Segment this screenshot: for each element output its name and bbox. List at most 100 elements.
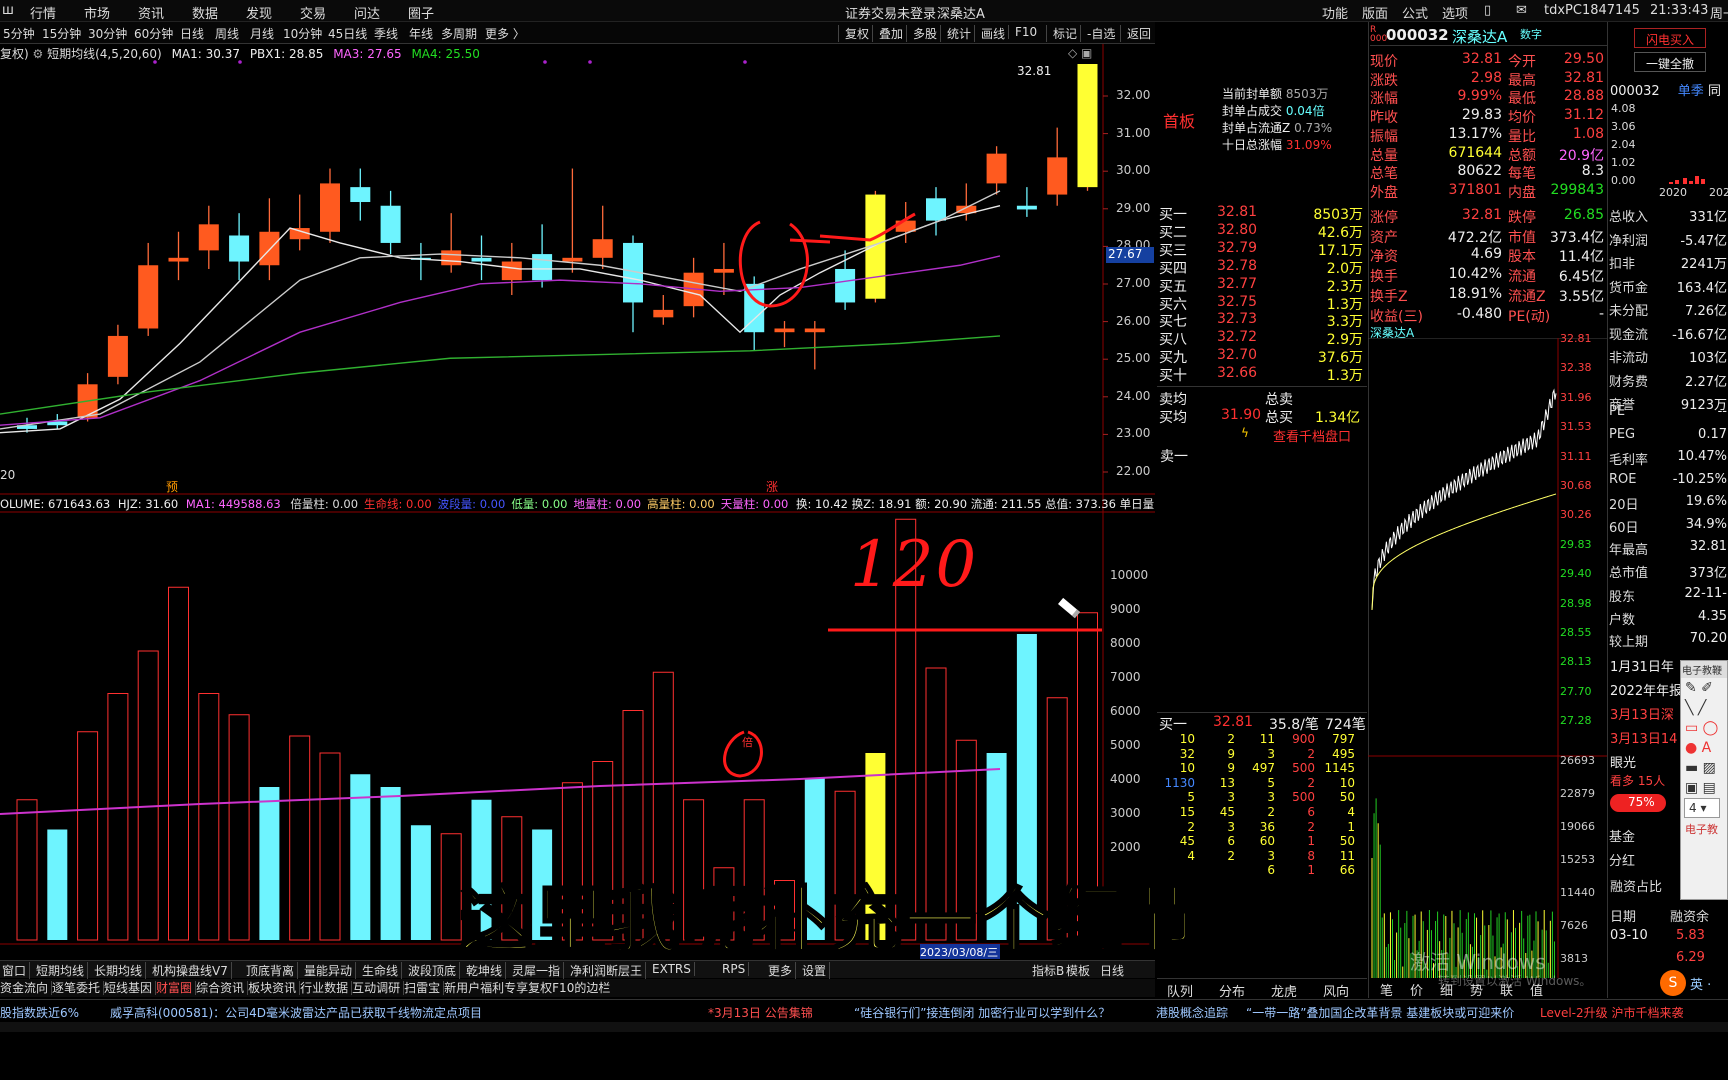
indicator-tab[interactable]: 顶底背离: [246, 962, 299, 979]
menu-item[interactable]: 版面: [1362, 3, 1388, 22]
tool-button[interactable]: F10: [1008, 25, 1037, 39]
bid-row[interactable]: 买一 32.81 8503万: [1157, 204, 1367, 223]
news-item[interactable]: “一带一路”叠加国企改革背景 基建板块或可迎来价: [1246, 1004, 1514, 1021]
period-tab[interactable]: 45日线: [328, 25, 367, 42]
period-tab[interactable]: 10分钟: [283, 25, 322, 42]
menu-item[interactable]: 选项: [1442, 3, 1468, 22]
info-tab[interactable]: 短线基因: [104, 981, 157, 995]
bid-row[interactable]: 买七 32.73 3.3万: [1157, 311, 1367, 330]
tool-button[interactable]: 叠加: [872, 25, 903, 42]
panel-tab[interactable]: 日线: [1100, 962, 1124, 979]
news-item[interactable]: 威孚高科(000581)：公司4D毫米波雷达产品已获取千线物流定点项目: [110, 1004, 482, 1021]
info-tab[interactable]: 财富圈: [156, 981, 197, 995]
bid-row[interactable]: 买三 32.79 17.1万: [1157, 240, 1367, 259]
indicator-tab[interactable]: 波段顶底: [408, 962, 461, 979]
fin-tab-same[interactable]: 同: [1708, 84, 1721, 99]
news-item[interactable]: 港股概念追踪: [1156, 1004, 1228, 1021]
indicator-tab[interactable]: RPS: [722, 962, 750, 976]
menu-item[interactable]: 公式: [1402, 3, 1428, 22]
bid-row[interactable]: 买十 32.66 1.3万: [1157, 365, 1367, 384]
indicator-tab[interactable]: 窗口: [2, 962, 31, 979]
color-icon[interactable]: ▬ ▨: [1681, 758, 1727, 778]
period-tab[interactable]: 多周期: [441, 25, 477, 42]
bid-row[interactable]: 买二 32.80 42.6万: [1157, 222, 1367, 241]
bid-row[interactable]: 买四 32.78 2.0万: [1157, 258, 1367, 277]
tool-button[interactable]: 统计: [940, 25, 971, 42]
news-item[interactable]: 股指数跌近6%: [0, 1004, 79, 1021]
indicator-tab[interactable]: 生命线: [362, 962, 403, 979]
flash-buy-button[interactable]: 闪电买入: [1634, 28, 1706, 48]
period-tab[interactable]: 5分钟: [3, 25, 35, 42]
tool-button[interactable]: 多股: [906, 25, 937, 42]
view-depth-link[interactable]: 查看千档盘口: [1273, 426, 1351, 445]
tool-button[interactable]: 标记: [1046, 25, 1077, 42]
period-tab[interactable]: 30分钟: [88, 25, 127, 42]
menu-corner[interactable]: ш: [2, 3, 14, 18]
menu-item[interactable]: 问达: [354, 3, 380, 22]
tool-button[interactable]: 画线: [974, 25, 1005, 42]
period-tab[interactable]: 月线: [250, 25, 274, 42]
panel-tab[interactable]: 复权F10: [528, 981, 574, 995]
info-tab[interactable]: 互动调研: [352, 981, 405, 995]
period-tab[interactable]: 年线: [409, 25, 433, 42]
bid-row[interactable]: 买九 32.70 37.6万: [1157, 347, 1367, 366]
menu-item[interactable]: 数据: [192, 3, 218, 22]
panel-tab[interactable]: 新用户福利专享: [444, 981, 528, 995]
sogou-icon[interactable]: S: [1660, 970, 1686, 996]
news-item[interactable]: “硅谷银行们”接连倒闭 加密行业可以学到什么？: [854, 1004, 1110, 1021]
fill-icon[interactable]: ● A: [1681, 738, 1727, 758]
intraday-tab[interactable]: 价: [1410, 980, 1423, 999]
info-tab[interactable]: 综合资讯: [196, 981, 249, 995]
news-item[interactable]: *3月13日 公告集锦: [708, 1004, 813, 1021]
info-tab[interactable]: 资金流向: [0, 981, 53, 995]
info-tab[interactable]: 扫雷宝: [404, 981, 445, 995]
mail-icon[interactable]: ✉: [1516, 3, 1527, 18]
depth-tab[interactable]: 队列: [1167, 981, 1193, 1000]
bid-row[interactable]: 买五 32.77 2.3万: [1157, 276, 1367, 295]
indicator-tab[interactable]: 量能异动: [304, 962, 357, 979]
info-tab[interactable]: 行业数据: [300, 981, 353, 995]
depth-tab[interactable]: 分布: [1219, 981, 1245, 1000]
indicator-tab[interactable]: 净利润断层王: [570, 962, 647, 979]
period-tab[interactable]: 15分钟: [42, 25, 81, 42]
menu-item[interactable]: 市场: [84, 3, 110, 22]
period-tab[interactable]: 60分钟: [134, 25, 173, 42]
period-tab[interactable]: 日线: [180, 25, 204, 42]
menu-item[interactable]: 功能: [1322, 3, 1348, 22]
spin-input[interactable]: 4 ▾: [1684, 798, 1720, 818]
panel-tab[interactable]: 模板: [1066, 962, 1090, 979]
pen-icon[interactable]: ╲ ╱: [1681, 698, 1727, 718]
indicator-tab[interactable]: 更多: [768, 962, 797, 979]
period-tab[interactable]: 周线: [215, 25, 239, 42]
ime-icon[interactable]: 英 ·: [1690, 974, 1711, 993]
indicator-tab[interactable]: 乾坤线: [466, 962, 507, 979]
depth-tab[interactable]: 风向: [1323, 981, 1349, 1000]
indicator-tab[interactable]: EXTRS: [652, 962, 695, 976]
cancel-all-button[interactable]: 一键全撤: [1634, 52, 1706, 72]
menu-item[interactable]: 圈子: [408, 3, 434, 22]
eraser-icon[interactable]: ✎ ✐: [1681, 678, 1727, 698]
indicator-tab[interactable]: 机构操盘线V7: [152, 962, 232, 979]
indicator-tab[interactable]: 灵犀一指: [512, 962, 565, 979]
indicator-tab[interactable]: 短期均线: [36, 962, 89, 979]
menu-item[interactable]: 行情: [30, 3, 56, 22]
indicator-tab[interactable]: 设置: [802, 962, 831, 979]
panel-tab[interactable]: 的边栏: [574, 981, 610, 995]
fin-tab-quarter[interactable]: 单季: [1678, 84, 1704, 99]
info-tab[interactable]: 逐笔委托: [52, 981, 105, 995]
quote-title[interactable]: R 000 000032 深桑达A 数字: [1370, 24, 1608, 46]
menu-item[interactable]: 交易: [300, 3, 326, 22]
menu-item[interactable]: 资讯: [138, 3, 164, 22]
depth-tab[interactable]: 龙虎: [1271, 981, 1297, 1000]
period-tab[interactable]: 季线: [374, 25, 398, 42]
bid-row[interactable]: 买六 32.75 1.3万: [1157, 294, 1367, 313]
tool-button[interactable]: 复权: [838, 25, 869, 42]
bid-row[interactable]: 买八 32.72 2.9万: [1157, 329, 1367, 348]
period-tab[interactable]: 更多 〉: [485, 25, 525, 42]
indicator-tab[interactable]: 长期均线: [94, 962, 147, 979]
news-item[interactable]: Level-2升级 沪市千档来袭: [1540, 1004, 1683, 1021]
menu-item[interactable]: 发现: [246, 3, 272, 22]
user-id[interactable]: tdxPC1847145: [1544, 3, 1640, 18]
info-tab[interactable]: 板块资讯: [248, 981, 301, 995]
intraday-tab[interactable]: 笔: [1380, 980, 1393, 999]
